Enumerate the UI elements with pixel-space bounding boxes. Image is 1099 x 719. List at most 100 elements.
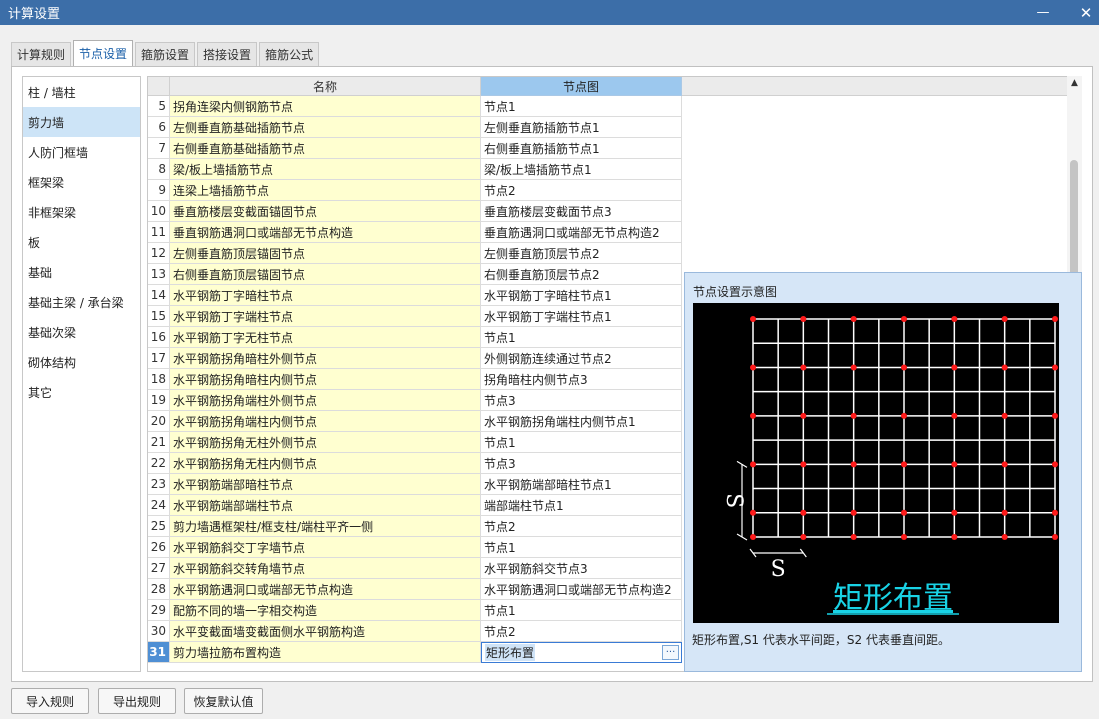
table-row[interactable]: 11 垂直钢筋遇洞口或端部无节点构造 垂直筋遇洞口或端部无节点构造2 bbox=[148, 222, 682, 243]
row-node-cell[interactable]: 右侧垂直筋顶层节点2 bbox=[481, 264, 682, 285]
row-node-cell[interactable]: 节点1 bbox=[481, 96, 682, 117]
table-row[interactable]: 26 水平钢筋斜交丁字墙节点 节点1 bbox=[148, 537, 682, 558]
table-row[interactable]: 28 水平钢筋遇洞口或端部无节点构造 水平钢筋遇洞口或端部无节点构造2 bbox=[148, 579, 682, 600]
tab-calc-rules[interactable]: 计算规则 bbox=[11, 42, 72, 66]
row-node-cell[interactable]: 节点1 bbox=[481, 537, 682, 558]
sidebar-item-civil-defense-door-frame-wall[interactable]: 人防门框墙 bbox=[23, 137, 140, 167]
scroll-up-icon[interactable]: ▲ bbox=[1067, 76, 1082, 90]
table-row[interactable]: 23 水平钢筋端部暗柱节点 水平钢筋端部暗柱节点1 bbox=[148, 474, 682, 495]
table-row[interactable]: 25 剪力墙遇框架柱/框支柱/端柱平齐一侧 节点2 bbox=[148, 516, 682, 537]
sidebar-item-foundation[interactable]: 基础 bbox=[23, 257, 140, 287]
table-row[interactable]: 29 配筋不同的墙一字相交构造 节点1 bbox=[148, 600, 682, 621]
table-row[interactable]: 6 左侧垂直筋基础插筋节点 左侧垂直筋插筋节点1 bbox=[148, 117, 682, 138]
row-node-cell[interactable]: 节点3 bbox=[481, 390, 682, 411]
row-node-cell[interactable]: 垂直筋楼层变截面节点3 bbox=[481, 201, 682, 222]
import-rules-button[interactable]: 导入规则 bbox=[11, 688, 89, 714]
row-node-cell[interactable]: 梁/板上墙插筋节点1 bbox=[481, 159, 682, 180]
tie-dot bbox=[800, 461, 807, 468]
table-row[interactable]: 18 水平钢筋拐角暗柱内侧节点 拐角暗柱内侧节点3 bbox=[148, 369, 682, 390]
dimension-label-vertical: S bbox=[721, 493, 746, 508]
sidebar-item-other[interactable]: 其它 bbox=[23, 377, 140, 407]
table-row[interactable]: 24 水平钢筋端部端柱节点 端部端柱节点1 bbox=[148, 495, 682, 516]
row-node-cell[interactable]: 外侧钢筋连续通过节点2 bbox=[481, 348, 682, 369]
table-row[interactable]: 5 拐角连梁内侧钢筋节点 节点1 bbox=[148, 96, 682, 117]
row-node-cell[interactable]: 水平钢筋遇洞口或端部无节点构造2 bbox=[481, 579, 682, 600]
sidebar-item-frame-beam[interactable]: 框架梁 bbox=[23, 167, 140, 197]
minimize-icon[interactable]: — bbox=[1030, 0, 1056, 25]
table-row[interactable]: 10 垂直筋楼层变截面锚固节点 垂直筋楼层变截面节点3 bbox=[148, 201, 682, 222]
tie-dot bbox=[1052, 461, 1058, 468]
table-row[interactable]: 17 水平钢筋拐角暗柱外侧节点 外侧钢筋连续通过节点2 bbox=[148, 348, 682, 369]
tie-dot bbox=[750, 534, 756, 540]
row-name-cell: 剪力墙遇框架柱/框支柱/端柱平齐一侧 bbox=[170, 516, 481, 537]
row-node-cell[interactable]: 节点1 bbox=[481, 600, 682, 621]
close-icon[interactable]: ✕ bbox=[1073, 0, 1099, 25]
row-index: 26 bbox=[148, 537, 170, 558]
tie-dot bbox=[951, 509, 958, 516]
tie-dot bbox=[951, 534, 958, 540]
row-node-cell[interactable]: 节点2 bbox=[481, 180, 682, 201]
tab-stirrup-formula[interactable]: 箍筋公式 bbox=[259, 42, 320, 66]
title-bar: 计算设置 — ✕ bbox=[0, 0, 1099, 25]
table-row[interactable]: 30 水平变截面墙变截面侧水平钢筋构造 节点2 bbox=[148, 621, 682, 642]
sidebar-item-masonry[interactable]: 砌体结构 bbox=[23, 347, 140, 377]
column-header-name[interactable]: 名称 bbox=[170, 77, 481, 96]
sidebar-item-slab[interactable]: 板 bbox=[23, 227, 140, 257]
tab-lap-settings[interactable]: 搭接设置 bbox=[197, 42, 258, 66]
row-node-cell[interactable]: 节点1 bbox=[481, 327, 682, 348]
tie-dot bbox=[1001, 534, 1008, 540]
table-row[interactable]: 19 水平钢筋拐角端柱外侧节点 节点3 bbox=[148, 390, 682, 411]
row-node-cell[interactable]: 节点2 bbox=[481, 516, 682, 537]
tie-dot bbox=[850, 364, 857, 371]
column-header-node[interactable]: 节点图 bbox=[481, 77, 682, 96]
row-node-cell[interactable]: 水平钢筋端部暗柱节点1 bbox=[481, 474, 682, 495]
table-row[interactable]: 13 右侧垂直筋顶层锚固节点 右侧垂直筋顶层节点2 bbox=[148, 264, 682, 285]
tie-dot bbox=[800, 412, 807, 419]
sidebar-item-non-frame-beam[interactable]: 非框架梁 bbox=[23, 197, 140, 227]
export-rules-button[interactable]: 导出规则 bbox=[98, 688, 176, 714]
sidebar-item-column[interactable]: 柱 / 墙柱 bbox=[23, 77, 140, 107]
row-node-cell[interactable]: 左侧垂直筋插筋节点1 bbox=[481, 117, 682, 138]
table-row[interactable]: 7 右侧垂直筋基础插筋节点 右侧垂直筋插筋节点1 bbox=[148, 138, 682, 159]
row-node-cell[interactable]: 拐角暗柱内侧节点3 bbox=[481, 369, 682, 390]
tie-dot bbox=[1052, 412, 1058, 419]
table-row[interactable]: 20 水平钢筋拐角端柱内侧节点 水平钢筋拐角端柱内侧节点1 bbox=[148, 411, 682, 432]
table-row[interactable]: 8 梁/板上墙插筋节点 梁/板上墙插筋节点1 bbox=[148, 159, 682, 180]
table-row[interactable]: 16 水平钢筋丁字无柱节点 节点1 bbox=[148, 327, 682, 348]
tie-dot bbox=[800, 364, 807, 371]
row-node-cell[interactable]: 水平钢筋拐角端柱内侧节点1 bbox=[481, 411, 682, 432]
table-row[interactable]: 27 水平钢筋斜交转角墙节点 水平钢筋斜交节点3 bbox=[148, 558, 682, 579]
table-row[interactable]: 12 左侧垂直筋顶层锚固节点 左侧垂直筋顶层节点2 bbox=[148, 243, 682, 264]
row-node-cell[interactable]: 端部端柱节点1 bbox=[481, 495, 682, 516]
row-node-cell[interactable]: 节点3 bbox=[481, 453, 682, 474]
row-node-cell[interactable]: 节点1 bbox=[481, 432, 682, 453]
table-row[interactable]: 14 水平钢筋丁字暗柱节点 水平钢筋丁字暗柱节点1 bbox=[148, 285, 682, 306]
row-node-cell[interactable]: 右侧垂直筋插筋节点1 bbox=[481, 138, 682, 159]
row-name-cell: 水平钢筋遇洞口或端部无节点构造 bbox=[170, 579, 481, 600]
row-index: 28 bbox=[148, 579, 170, 600]
row-node-cell[interactable]: 垂直筋遇洞口或端部无节点构造2 bbox=[481, 222, 682, 243]
row-index: 15 bbox=[148, 306, 170, 327]
row-node-cell[interactable]: 水平钢筋丁字暗柱节点1 bbox=[481, 285, 682, 306]
tie-dot bbox=[1052, 534, 1058, 540]
row-node-cell[interactable]: 矩形布置 ··· bbox=[481, 642, 682, 663]
table-row[interactable]: 22 水平钢筋拐角无柱内侧节点 节点3 bbox=[148, 453, 682, 474]
table-row[interactable]: 9 连梁上墙插筋节点 节点2 bbox=[148, 180, 682, 201]
table-row[interactable]: 31 剪力墙拉筋布置构造 矩形布置 ··· bbox=[148, 642, 682, 663]
ellipsis-button[interactable]: ··· bbox=[662, 645, 679, 660]
row-name-cell: 水平钢筋拐角暗柱内侧节点 bbox=[170, 369, 481, 390]
tab-node-settings[interactable]: 节点设置 bbox=[73, 40, 134, 66]
row-node-cell[interactable]: 节点2 bbox=[481, 621, 682, 642]
sidebar-item-shear-wall[interactable]: 剪力墙 bbox=[23, 107, 140, 137]
restore-defaults-button[interactable]: 恢复默认值 bbox=[184, 688, 263, 714]
sidebar-item-foundation-secondary-beam[interactable]: 基础次梁 bbox=[23, 317, 140, 347]
row-node-cell[interactable]: 左侧垂直筋顶层节点2 bbox=[481, 243, 682, 264]
tie-dot bbox=[1052, 316, 1058, 322]
table-row[interactable]: 21 水平钢筋拐角无柱外侧节点 节点1 bbox=[148, 432, 682, 453]
table-row[interactable]: 15 水平钢筋丁字端柱节点 水平钢筋丁字端柱节点1 bbox=[148, 306, 682, 327]
row-node-cell[interactable]: 水平钢筋丁字端柱节点1 bbox=[481, 306, 682, 327]
row-node-cell[interactable]: 水平钢筋斜交节点3 bbox=[481, 558, 682, 579]
tab-stirrup-settings[interactable]: 箍筋设置 bbox=[135, 42, 196, 66]
node-value-editor[interactable]: 矩形布置 bbox=[485, 644, 536, 661]
sidebar-item-foundation-main-beam[interactable]: 基础主梁 / 承台梁 bbox=[23, 287, 140, 317]
